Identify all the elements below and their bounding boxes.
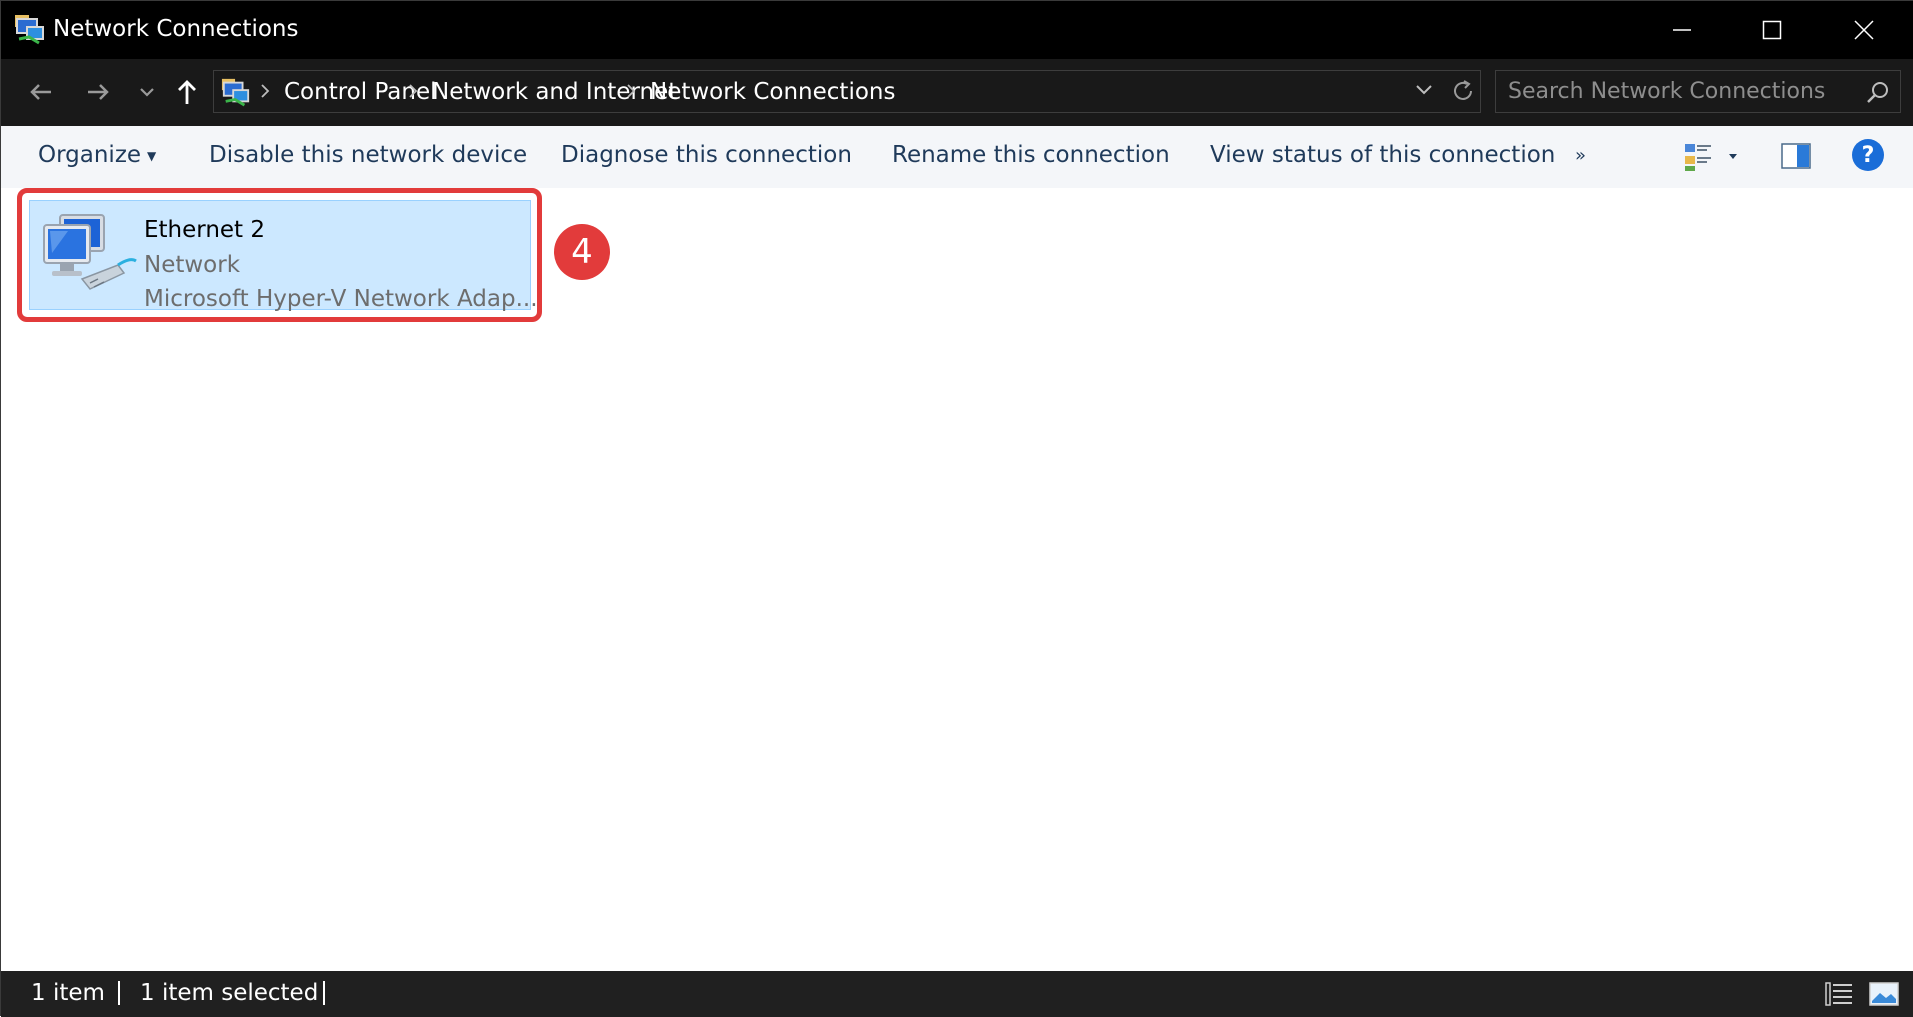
disable-network-device-button[interactable]: Disable this network device — [209, 142, 527, 168]
back-arrow-icon — [30, 84, 51, 100]
annotation-highlight-box — [17, 188, 542, 322]
maximize-icon — [1762, 20, 1782, 40]
up-button[interactable] — [167, 71, 207, 113]
network-connections-icon — [15, 15, 44, 45]
close-button[interactable] — [1819, 1, 1909, 59]
large-icons-view-icon[interactable] — [1869, 979, 1899, 1009]
organize-menu[interactable]: Organize ▼ — [38, 142, 156, 168]
chevron-right-icon[interactable] — [408, 83, 418, 99]
search-input[interactable] — [1496, 71, 1856, 112]
view-status-button[interactable]: View status of this connection — [1210, 142, 1555, 168]
organize-label: Organize — [38, 142, 142, 168]
command-bar: Organize ▼ Disable this network device Di… — [1, 126, 1913, 189]
breadcrumb-network-and-internet[interactable]: Network and Internet — [432, 79, 677, 105]
view-options-chevron-icon[interactable] — [1727, 152, 1739, 162]
explorer-window: Network Connections Control Panel Networ… — [0, 0, 1913, 1017]
recent-locations-button[interactable] — [127, 71, 167, 113]
address-bar[interactable]: Control Panel Network and Internet Netwo… — [213, 70, 1481, 113]
breadcrumb-network-connections[interactable]: Network Connections — [650, 79, 895, 105]
window-title: Network Connections — [53, 16, 299, 42]
help-icon[interactable]: ? — [1852, 139, 1884, 171]
refresh-icon[interactable] — [1450, 78, 1476, 104]
search-icon[interactable] — [1866, 80, 1890, 104]
title-bar: Network Connections — [1, 1, 1913, 59]
diagnose-connection-button[interactable]: Diagnose this connection — [561, 142, 852, 168]
chevron-down-icon[interactable] — [1414, 83, 1434, 97]
annotation-step-badge: 4 — [554, 224, 610, 280]
search-box[interactable] — [1495, 70, 1901, 113]
forward-arrow-icon — [88, 84, 109, 100]
minimize-button[interactable] — [1637, 1, 1727, 59]
more-commands-button[interactable]: » — [1575, 145, 1586, 166]
status-divider — [118, 981, 120, 1005]
details-view-icon[interactable] — [1824, 979, 1854, 1009]
up-arrow-icon — [178, 80, 196, 104]
network-connections-icon — [221, 78, 250, 107]
chevron-right-icon — [261, 84, 270, 98]
change-view-icon[interactable] — [1683, 142, 1715, 172]
forward-button[interactable] — [78, 71, 118, 113]
status-divider — [323, 981, 325, 1005]
preview-pane-icon[interactable] — [1781, 143, 1811, 169]
caret-down-icon: ▼ — [147, 148, 157, 163]
status-bar: 1 item 1 item selected — [1, 971, 1913, 1017]
close-icon — [1854, 20, 1874, 40]
back-button[interactable] — [21, 71, 61, 113]
maximize-button[interactable] — [1727, 1, 1817, 59]
chevron-right-icon[interactable] — [626, 83, 636, 99]
recent-locations-chevron-icon — [140, 88, 154, 97]
file-list: Ethernet 2 Network Microsoft Hyper-V Net… — [1, 188, 1913, 971]
item-count: 1 item — [31, 980, 105, 1006]
selection-count: 1 item selected — [140, 980, 319, 1006]
minimize-icon — [1673, 29, 1691, 31]
rename-connection-button[interactable]: Rename this connection — [892, 142, 1170, 168]
